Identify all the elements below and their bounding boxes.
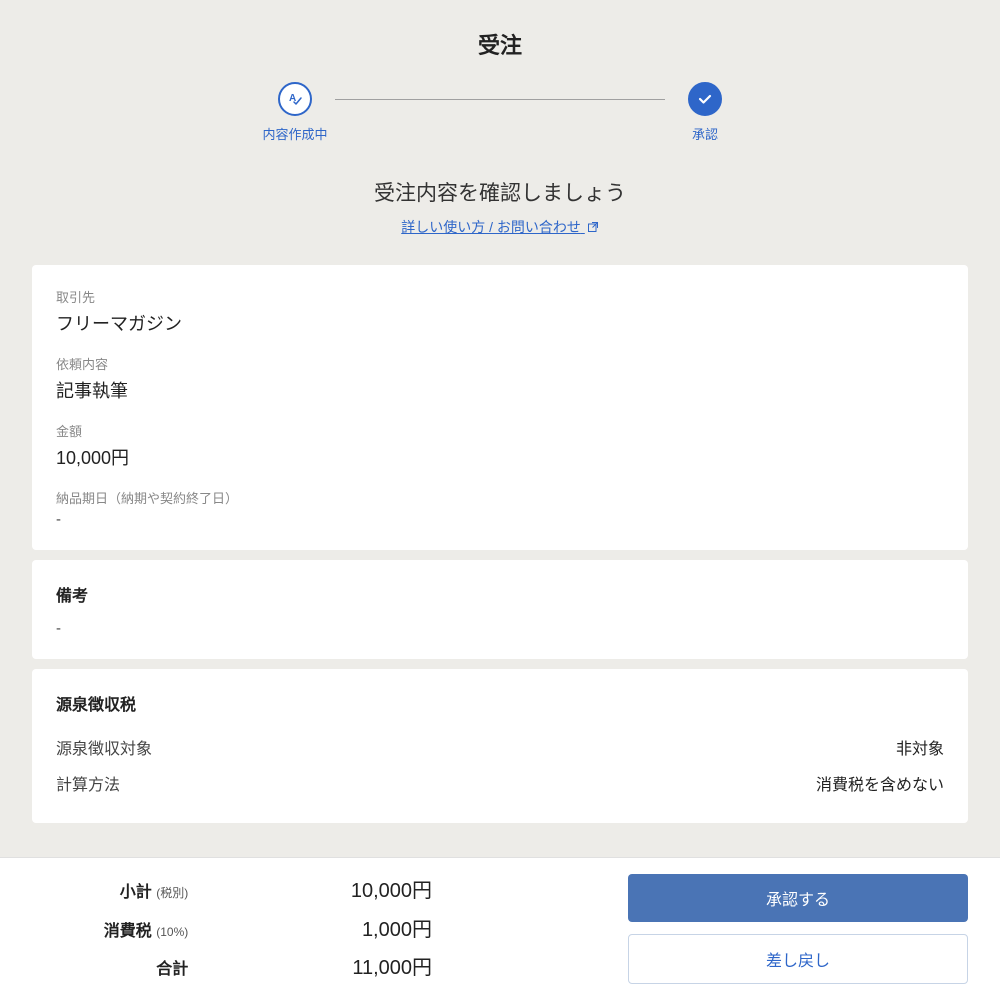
request-label: 依頼内容 xyxy=(56,354,944,373)
step-connector xyxy=(335,99,665,100)
actions: 承認する 差し戻し xyxy=(628,874,968,984)
withholding-method-value: 消費税を含めない xyxy=(816,771,944,795)
approve-button[interactable]: 承認する xyxy=(628,874,968,922)
step-approval: 承認 xyxy=(665,82,745,143)
client-value: フリーマガジン xyxy=(56,310,944,336)
request-value: 記事執筆 xyxy=(56,377,944,403)
reject-button[interactable]: 差し戻し xyxy=(628,934,968,984)
help-link-text: 詳しい使い方 / お問い合わせ xyxy=(401,219,581,235)
tax-label: 消費税 (10%) xyxy=(32,917,188,941)
edit-check-icon: A xyxy=(286,90,304,108)
step-approval-icon xyxy=(688,82,722,116)
page-title: 受注 xyxy=(0,0,1000,82)
totals: 小計 (税別) 10,000円 消費税 (10%) 1,000円 合計 11,0… xyxy=(32,874,432,984)
confirm-heading: 受注内容を確認しましょう xyxy=(0,177,1000,207)
due-value: - xyxy=(56,511,944,528)
step-creating-label: 内容作成中 xyxy=(262,124,327,143)
withholding-target-label: 源泉徴収対象 xyxy=(56,735,152,759)
help-link[interactable]: 詳しい使い方 / お問い合わせ xyxy=(401,219,599,235)
bottom-bar: 小計 (税別) 10,000円 消費税 (10%) 1,000円 合計 11,0… xyxy=(0,857,1000,1000)
memo-title: 備考 xyxy=(56,582,944,606)
step-approval-label: 承認 xyxy=(692,124,718,143)
withholding-target-row: 源泉徴収対象 非対象 xyxy=(56,729,944,765)
main-content: 受注 A 内容作成中 承認 受注内容を確認しましょう 詳しい使い方 / お問い合… xyxy=(0,0,1000,857)
details-card: 取引先 フリーマガジン 依頼内容 記事執筆 金額 10,000円 納品期日（納期… xyxy=(32,265,968,550)
amount-label: 金額 xyxy=(56,421,944,440)
withholding-card: 源泉徴収税 源泉徴収対象 非対象 計算方法 消費税を含めない xyxy=(32,669,968,823)
help-link-wrap: 詳しい使い方 / お問い合わせ xyxy=(0,217,1000,237)
memo-card: 備考 - xyxy=(32,560,968,659)
step-creating: A 内容作成中 xyxy=(255,82,335,143)
withholding-method-row: 計算方法 消費税を含めない xyxy=(56,765,944,801)
client-label: 取引先 xyxy=(56,287,944,306)
check-icon xyxy=(696,90,714,108)
withholding-method-label: 計算方法 xyxy=(56,771,120,795)
subtotal-label: 小計 (税別) xyxy=(32,878,188,902)
tax-value: 1,000円 xyxy=(200,913,432,942)
total-value: 11,000円 xyxy=(200,951,432,980)
withholding-target-value: 非対象 xyxy=(896,735,944,759)
progress-steps: A 内容作成中 承認 xyxy=(0,82,1000,161)
external-link-icon xyxy=(587,220,599,236)
total-label: 合計 xyxy=(32,955,188,979)
memo-value: - xyxy=(56,620,944,637)
amount-value: 10,000円 xyxy=(56,444,944,470)
step-creating-icon: A xyxy=(278,82,312,116)
subtotal-value: 10,000円 xyxy=(200,874,432,903)
due-label: 納品期日（納期や契約終了日） xyxy=(56,488,944,507)
withholding-title: 源泉徴収税 xyxy=(56,691,944,715)
